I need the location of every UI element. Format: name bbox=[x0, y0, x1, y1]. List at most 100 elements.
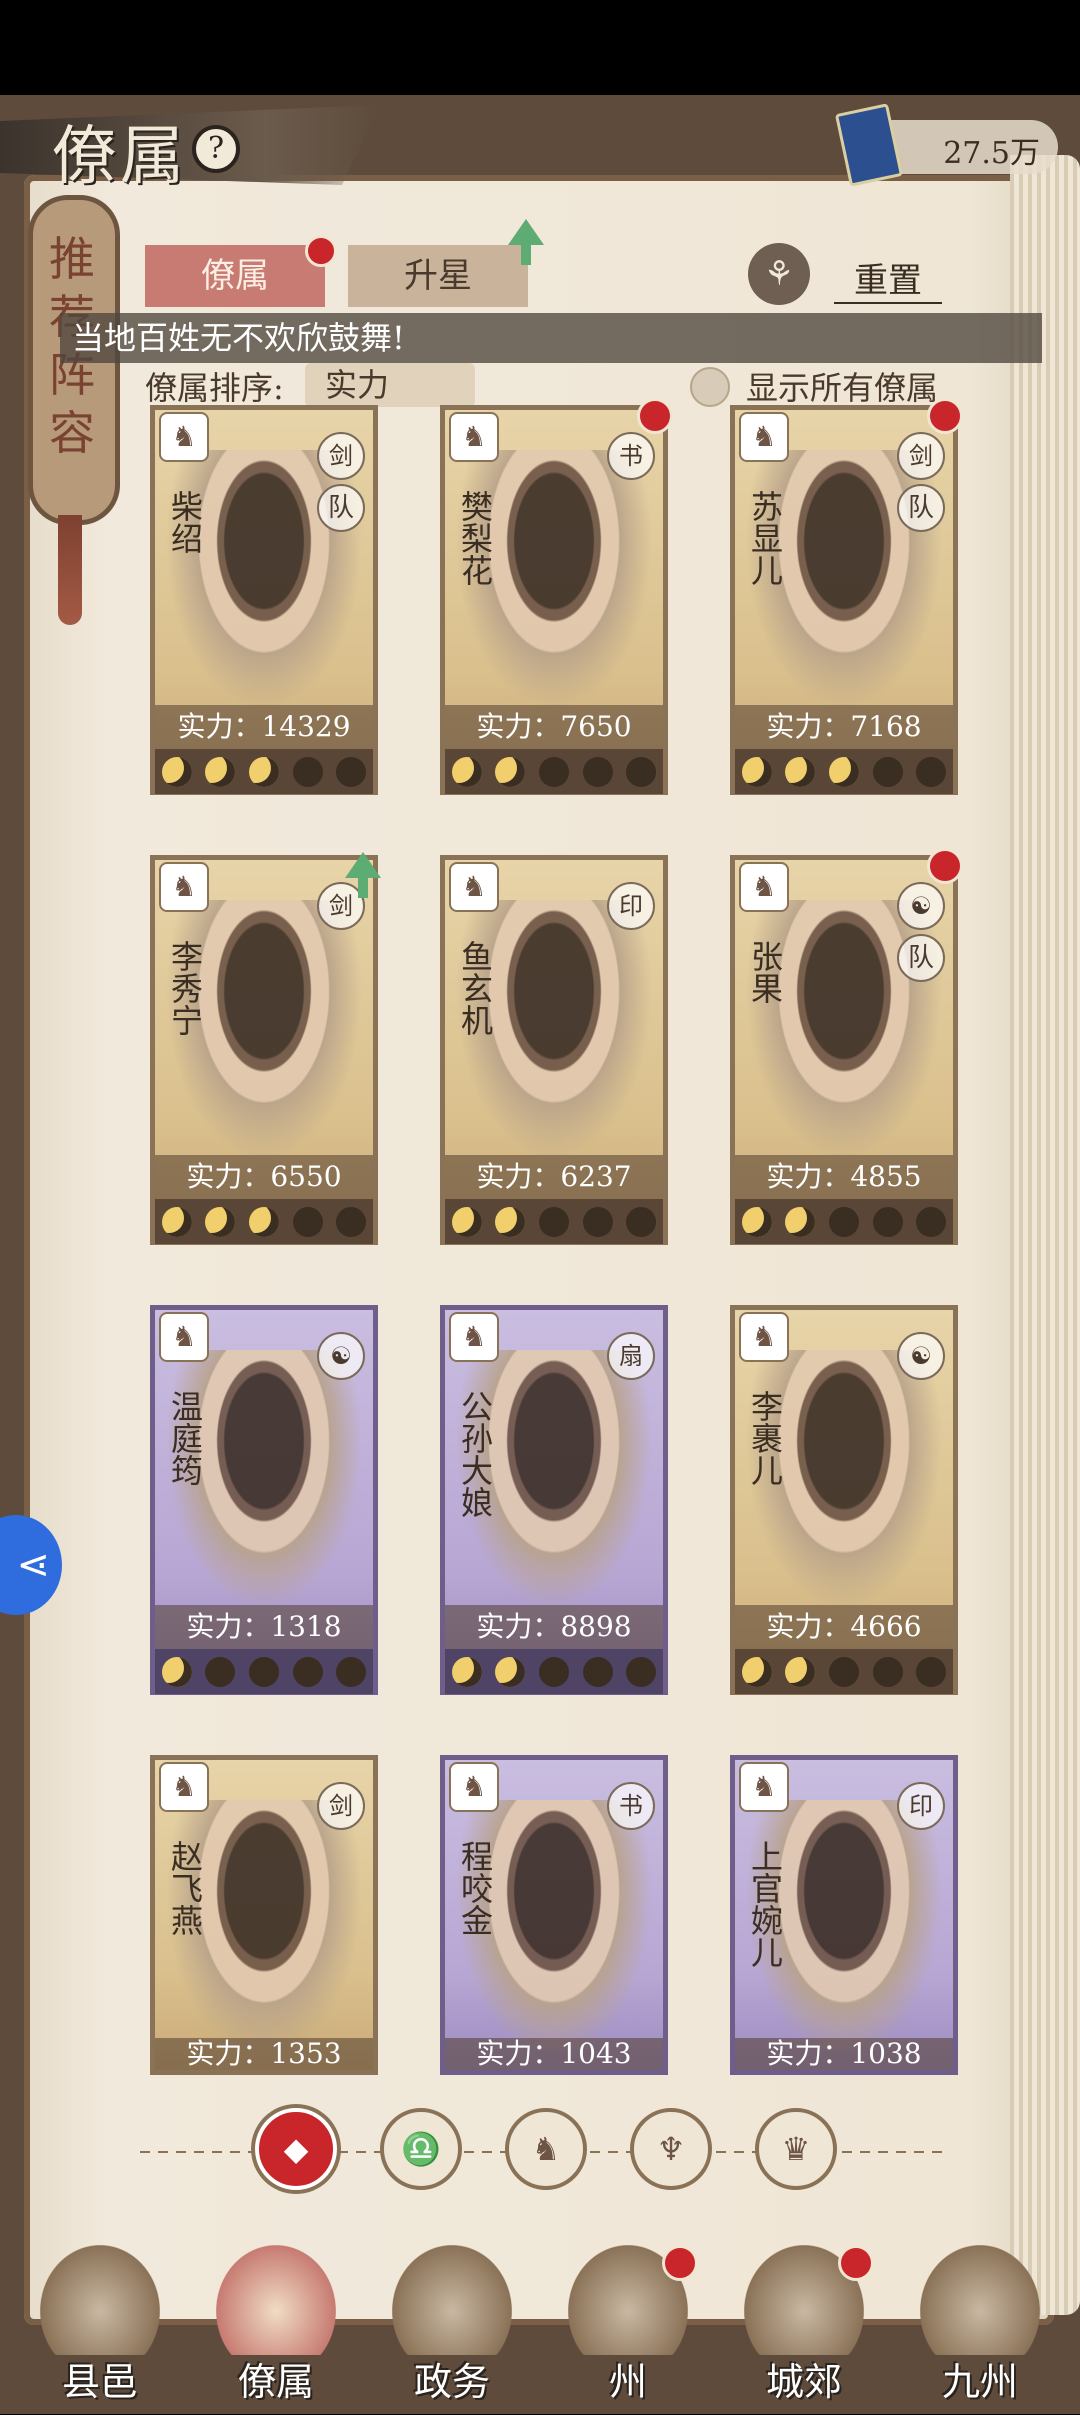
attendant-name: 樊梨花 bbox=[456, 490, 494, 586]
moon-star-empty-icon bbox=[582, 1656, 613, 1687]
skill-badge-icon: ☯ bbox=[897, 1332, 945, 1380]
header: 僚属 ? 27.5万 bbox=[0, 95, 1080, 194]
attendant-power: 实力：1318 bbox=[155, 1605, 373, 1649]
skill-badge-icon: 印 bbox=[897, 1782, 945, 1830]
moon-star-empty-icon bbox=[916, 1206, 947, 1237]
upgrade-arrow-icon bbox=[345, 852, 381, 898]
moon-star-filled-icon bbox=[248, 756, 279, 787]
class-icon: ♞ bbox=[739, 1312, 789, 1362]
book-currency-icon bbox=[834, 103, 904, 187]
attendant-power: 实力：6237 bbox=[445, 1155, 663, 1199]
star-rating bbox=[735, 1199, 953, 1244]
moon-star-filled-icon bbox=[205, 1206, 236, 1237]
notification-dot bbox=[927, 848, 963, 884]
skill-badge-icon: ☯ bbox=[897, 882, 945, 930]
currency-display[interactable]: 27.5万 bbox=[834, 103, 1058, 187]
skill-badge-icon: 剑 bbox=[317, 1782, 365, 1830]
moon-star-empty-icon bbox=[292, 1206, 323, 1237]
attendant-card[interactable]: ♞ 印上官婉儿 实力：1038 bbox=[730, 1755, 958, 2075]
nav-label: 县邑 bbox=[61, 2360, 138, 2404]
filter-bell-icon[interactable]: ♎ bbox=[380, 2108, 462, 2190]
moon-star-empty-icon bbox=[872, 1656, 903, 1687]
moon-star-empty-icon bbox=[916, 1656, 947, 1687]
moon-star-empty-icon bbox=[828, 1656, 859, 1687]
attendant-card[interactable]: ♞ 剑队 柴绍 实力：14329 bbox=[150, 405, 378, 795]
star-rating bbox=[735, 1649, 953, 1694]
app-root: 僚属 ? 27.5万 推荐阵容 僚属 升星 ⚘ 重置 僚属排序: 实力 显示所有… bbox=[0, 95, 1080, 2414]
filter-all-icon[interactable]: ◆ bbox=[255, 2108, 337, 2190]
moon-star-filled-icon bbox=[161, 1206, 192, 1237]
moon-star-empty-icon bbox=[292, 756, 323, 787]
nav-art-icon bbox=[392, 2245, 512, 2355]
class-icon: ♞ bbox=[449, 412, 499, 462]
moon-star-filled-icon bbox=[785, 1656, 816, 1687]
attendant-card[interactable]: ♞ ☯ 温庭筠 实力：1318 bbox=[150, 1305, 378, 1695]
reset-icon: ⚘ bbox=[748, 243, 810, 305]
moon-star-empty-icon bbox=[872, 1206, 903, 1237]
help-icon[interactable]: ? bbox=[192, 125, 240, 173]
moon-star-empty-icon bbox=[336, 1656, 367, 1687]
reset-label: 重置 bbox=[834, 253, 942, 304]
nav-label: 州 bbox=[608, 2360, 647, 2404]
sort-select[interactable]: 实力 bbox=[305, 363, 475, 407]
moon-star-filled-icon bbox=[785, 1206, 816, 1237]
class-icon: ♞ bbox=[449, 1312, 499, 1362]
tab-attendants[interactable]: 僚属 bbox=[145, 245, 325, 307]
moon-star-filled-icon bbox=[828, 756, 859, 787]
moon-star-empty-icon bbox=[205, 1656, 236, 1687]
moon-star-filled-icon bbox=[451, 756, 482, 787]
attendant-power: 实力：7650 bbox=[445, 705, 663, 749]
attendant-card[interactable]: ♞ 扇公孙大娘 实力：8898 bbox=[440, 1305, 668, 1695]
attendant-power: 实力：7168 bbox=[735, 705, 953, 749]
moon-star-empty-icon bbox=[828, 1206, 859, 1237]
tab-star-up[interactable]: 升星 bbox=[348, 245, 528, 307]
attendant-card[interactable]: ♞ 剑赵飞燕 实力：1353 bbox=[150, 1755, 378, 2075]
moon-star-empty-icon bbox=[538, 756, 569, 787]
moon-star-filled-icon bbox=[741, 756, 772, 787]
class-icon: ♞ bbox=[449, 862, 499, 912]
moon-star-filled-icon bbox=[451, 1206, 482, 1237]
skill-badge-icon: 剑 bbox=[317, 432, 365, 480]
nav-label: 九州 bbox=[941, 2360, 1018, 2404]
page-title: 僚属 bbox=[52, 120, 188, 194]
tab-attendants-red-dot bbox=[305, 235, 337, 267]
attendant-card[interactable]: ♞ 书樊梨花 实力：7650 bbox=[440, 398, 673, 795]
attendant-card[interactable]: ♞ ☯ 队 张果 实力：4855 bbox=[730, 848, 963, 1245]
moon-star-empty-icon bbox=[626, 1206, 657, 1237]
nav-item[interactable]: 僚属 bbox=[196, 2245, 356, 2415]
attendant-card[interactable]: ♞ 印鱼玄机 实力：6237 bbox=[440, 855, 668, 1245]
notification-dot bbox=[662, 2245, 698, 2281]
nav-item[interactable]: 城郊 bbox=[724, 2245, 884, 2415]
filter-horse-icon[interactable]: ♞ bbox=[505, 2108, 587, 2190]
nav-item[interactable]: 州 bbox=[548, 2245, 708, 2415]
attendant-power: 实力：4666 bbox=[735, 1605, 953, 1649]
nav-item[interactable]: 县邑 bbox=[20, 2245, 180, 2415]
upgrade-arrow-icon bbox=[508, 219, 544, 265]
bottom-nav: 县邑 僚属 政务 州 城郊 九州 bbox=[0, 2245, 1080, 2415]
class-icon: ♞ bbox=[739, 862, 789, 912]
attendant-name: 公孙大娘 bbox=[456, 1390, 494, 1518]
attendant-card[interactable]: ♞ 剑李秀宁 实力：6550 bbox=[150, 852, 381, 1245]
nav-label: 僚属 bbox=[237, 2360, 314, 2404]
filter-fan-icon[interactable]: ♆ bbox=[630, 2108, 712, 2190]
attendant-name: 李秀宁 bbox=[166, 940, 204, 1036]
moon-star-filled-icon bbox=[495, 756, 526, 787]
filter-lion-icon[interactable]: ♛ bbox=[755, 2108, 837, 2190]
reset-button[interactable]: ⚘ 重置 bbox=[748, 243, 958, 309]
star-rating bbox=[735, 749, 953, 794]
moon-star-empty-icon bbox=[582, 756, 613, 787]
moon-star-empty-icon bbox=[336, 756, 367, 787]
attendant-name: 温庭筠 bbox=[166, 1390, 204, 1486]
show-all-radio[interactable] bbox=[690, 367, 730, 407]
attendant-card[interactable]: ♞ ☯ 李裹儿 实力：4666 bbox=[730, 1305, 958, 1695]
moon-star-filled-icon bbox=[785, 756, 816, 787]
attendant-card[interactable]: ♞ 剑队 苏显儿 实力：7168 bbox=[730, 398, 963, 795]
nav-item[interactable]: 九州 bbox=[900, 2245, 1060, 2415]
attendant-card[interactable]: ♞ 书程咬金 实力：1043 bbox=[440, 1755, 668, 2075]
team-badge: 队 bbox=[317, 484, 365, 532]
nav-item[interactable]: 政务 bbox=[372, 2245, 532, 2415]
moon-star-filled-icon bbox=[741, 1206, 772, 1237]
notification-dot bbox=[838, 2245, 874, 2281]
moon-star-filled-icon bbox=[495, 1206, 526, 1237]
moon-star-filled-icon bbox=[248, 1206, 279, 1237]
